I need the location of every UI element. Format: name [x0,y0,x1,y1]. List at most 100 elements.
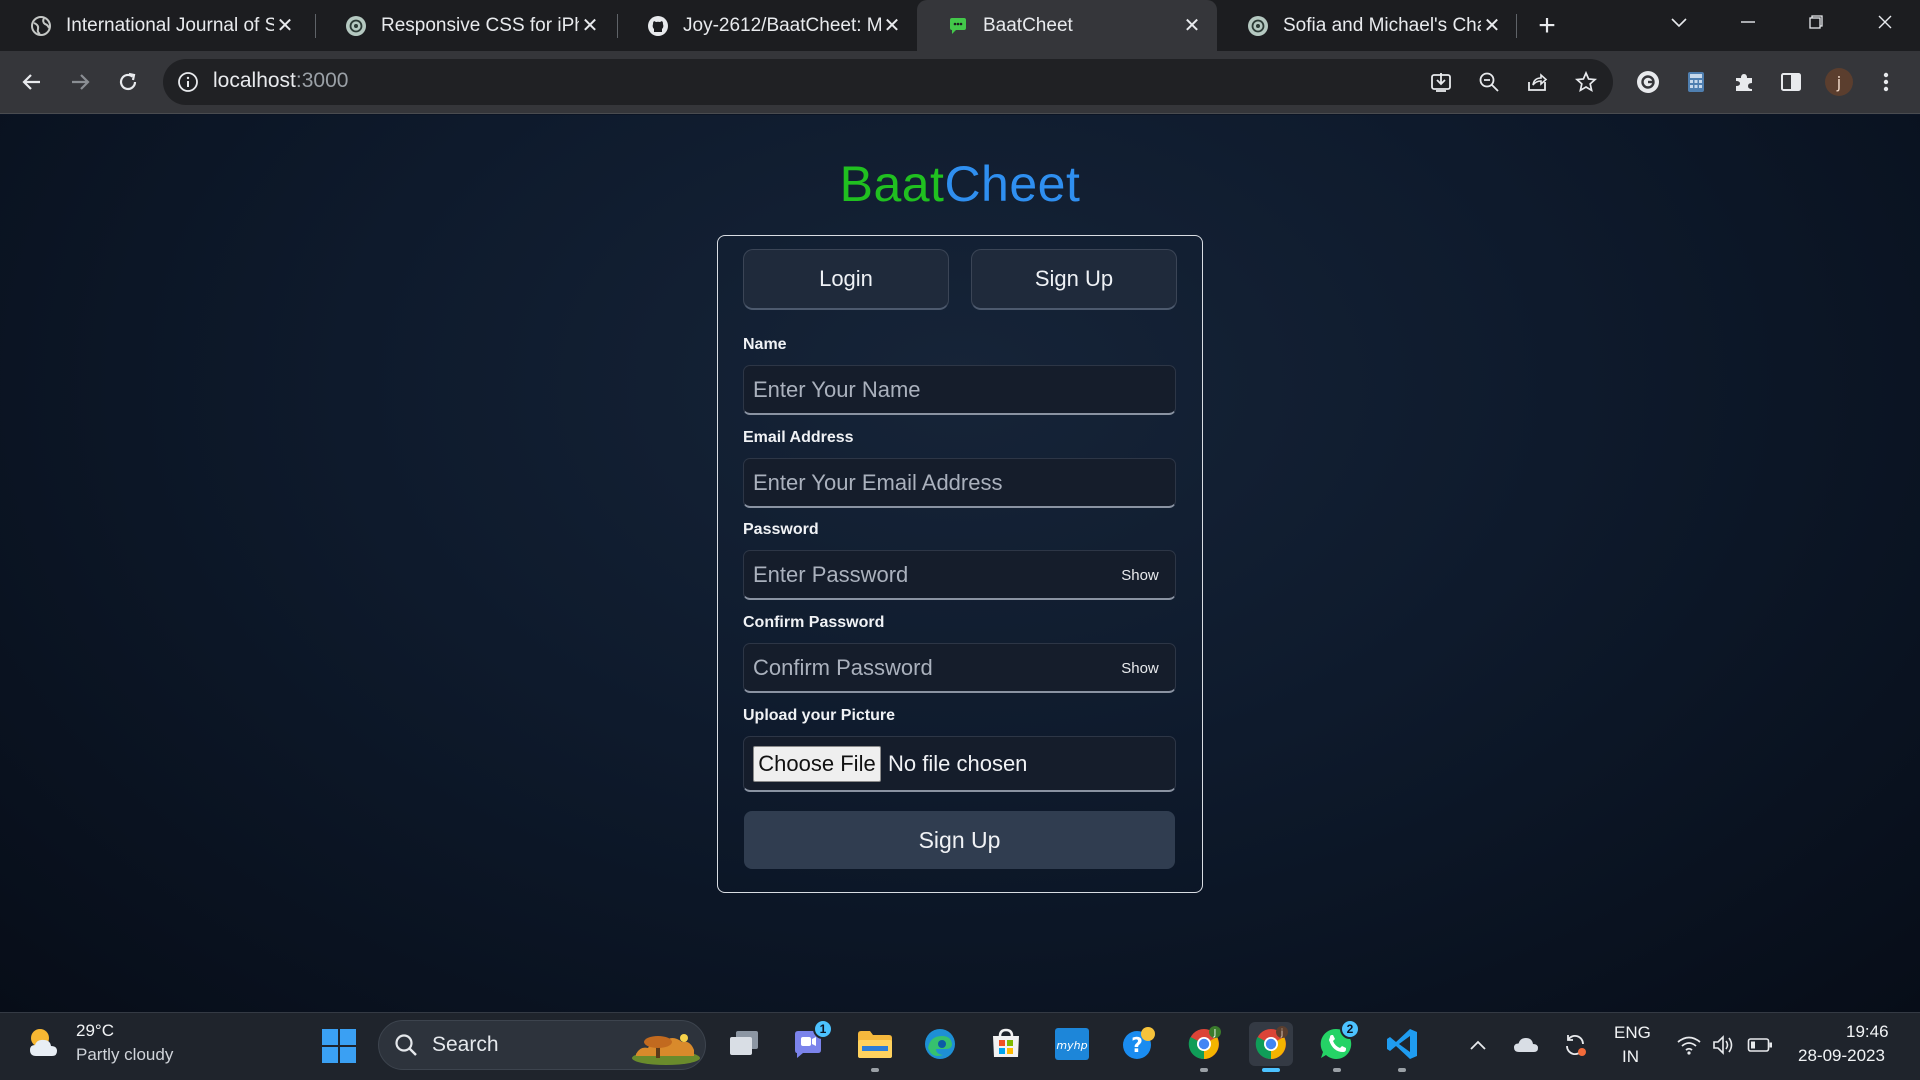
tab-separator [1516,14,1517,38]
tab-login[interactable]: Login [743,249,949,310]
new-tab-button[interactable]: + [1528,8,1566,44]
chatgpt-icon [345,15,367,37]
weather-temperature[interactable]: 29°C [76,1021,114,1041]
restore-icon[interactable] [1788,0,1844,44]
address-bar[interactable] [163,59,1613,105]
email-input[interactable] [744,459,1175,506]
vscode-icon[interactable] [1380,1022,1424,1066]
share-icon[interactable] [1517,62,1557,102]
windows-start-icon[interactable] [320,1027,358,1065]
wifi-icon[interactable] [1674,1030,1704,1060]
install-app-icon[interactable] [1421,62,1461,102]
file-upload-field: Choose File No file chosen [743,736,1176,792]
running-indicator [1200,1068,1208,1072]
tab-title: BaatCheet [983,14,1073,36]
running-indicator [871,1068,879,1072]
app-logo-part1: Baat [839,156,945,212]
file-status-text: No file chosen [888,751,1028,776]
picture-label: Upload your Picture [743,707,896,724]
chrome-profile-j-active-icon[interactable]: j [1249,1022,1293,1066]
close-icon[interactable]: ✕ [1181,15,1203,37]
onedrive-cloud-icon[interactable] [1511,1030,1541,1060]
tab-github-baatcheet[interactable]: Joy-2612/BaatCheet: ME ✕ [617,0,917,51]
email-field-container [743,458,1176,508]
close-icon[interactable]: ✕ [274,15,296,37]
clock-date[interactable]: 28-09-2023 [1798,1046,1885,1066]
side-panel-icon[interactable] [1771,62,1811,102]
myhp-app-icon[interactable]: myhp [1050,1022,1094,1066]
sync-update-icon[interactable] [1560,1030,1590,1060]
close-icon[interactable]: ✕ [579,15,601,37]
show-password-button[interactable]: Show [1115,560,1165,590]
github-icon [647,15,669,37]
show-confirm-password-button[interactable]: Show [1115,653,1165,683]
file-explorer-icon[interactable] [853,1022,897,1066]
url-host: localhost [213,69,296,92]
extensions-puzzle-icon[interactable] [1724,62,1764,102]
get-help-icon[interactable]: ? [1116,1022,1160,1066]
choose-file-button[interactable]: Choose File [753,746,881,782]
tab-signup[interactable]: Sign Up [971,249,1177,310]
minimize-icon[interactable] [1720,0,1776,44]
password-input[interactable] [744,551,1175,598]
profile-avatar[interactable]: j [1819,62,1859,102]
tab-title: Sofia and Michael's Chat [1283,14,1481,36]
globe-icon [30,15,52,37]
search-label: Search [432,1033,499,1056]
clock-time[interactable]: 19:46 [1846,1022,1889,1042]
bookmark-star-icon[interactable] [1566,62,1606,102]
close-window-icon[interactable] [1857,0,1913,44]
confirm-password-input[interactable] [744,644,1175,691]
whatsapp-notification-badge: 2 [1340,1019,1360,1039]
svg-text:?: ? [1131,1033,1143,1057]
tab-international-journal[interactable]: International Journal of S ✕ [0,0,310,51]
chrome-profile-j-icon[interactable]: J [1182,1022,1226,1066]
search-highlight-illustration-icon [626,1024,704,1066]
tab-title: International Journal of S [66,14,274,36]
battery-icon[interactable] [1745,1030,1775,1060]
input-language[interactable]: ENG [1614,1023,1651,1043]
tab-title: Responsive CSS for iPhon [381,14,579,36]
chat-bubble-icon [947,15,969,37]
app-logo: BaatCheet [0,155,1920,213]
task-view-icon[interactable] [722,1022,766,1066]
tab-responsive-css[interactable]: Responsive CSS for iPhon ✕ [315,0,615,51]
close-icon[interactable]: ✕ [881,15,903,37]
grammarly-extension-icon[interactable] [1628,62,1668,102]
back-icon[interactable] [12,62,52,102]
svg-text:J: J [1213,1029,1217,1039]
forward-icon[interactable] [60,62,100,102]
microsoft-store-icon[interactable] [984,1022,1028,1066]
input-region[interactable]: IN [1622,1047,1639,1067]
active-app-indicator [1262,1068,1280,1072]
teams-notification-badge: 1 [813,1019,833,1039]
tab-sofia-michael-chat[interactable]: Sofia and Michael's Chat ✕ [1217,0,1517,51]
site-info-icon[interactable] [176,70,200,94]
browser-menu-icon[interactable] [1866,62,1906,102]
partly-cloudy-weather-icon[interactable] [24,1022,66,1064]
svg-text:j: j [1280,1029,1284,1039]
edge-browser-icon[interactable] [918,1022,962,1066]
chatgpt-icon [1247,15,1269,37]
app-logo-part2: Cheet [944,156,1081,212]
password-label: Password [743,521,819,538]
close-icon[interactable]: ✕ [1481,15,1503,37]
show-hidden-icons-chevron-icon[interactable] [1463,1030,1493,1060]
calculator-extension-icon[interactable] [1676,62,1716,102]
reload-icon[interactable] [108,62,148,102]
running-indicator [1398,1068,1406,1072]
signup-submit-button[interactable]: Sign Up [744,811,1175,869]
tab-baatcheet[interactable]: BaatCheet ✕ [917,0,1217,51]
url-text[interactable]: localhost:3000 [213,69,348,93]
svg-text:j: j [1836,73,1841,92]
password-field-container: Show [743,550,1176,600]
svg-text:myhp: myhp [1056,1039,1087,1052]
tab-title: Joy-2612/BaatCheet: ME [683,14,881,36]
weather-description[interactable]: Partly cloudy [76,1045,173,1065]
email-label: Email Address [743,429,854,446]
name-input[interactable] [744,366,1175,413]
zoom-icon[interactable] [1469,62,1509,102]
tab-search-chevron-icon[interactable] [1651,0,1707,44]
running-indicator [1333,1068,1341,1072]
volume-icon[interactable] [1709,1030,1739,1060]
